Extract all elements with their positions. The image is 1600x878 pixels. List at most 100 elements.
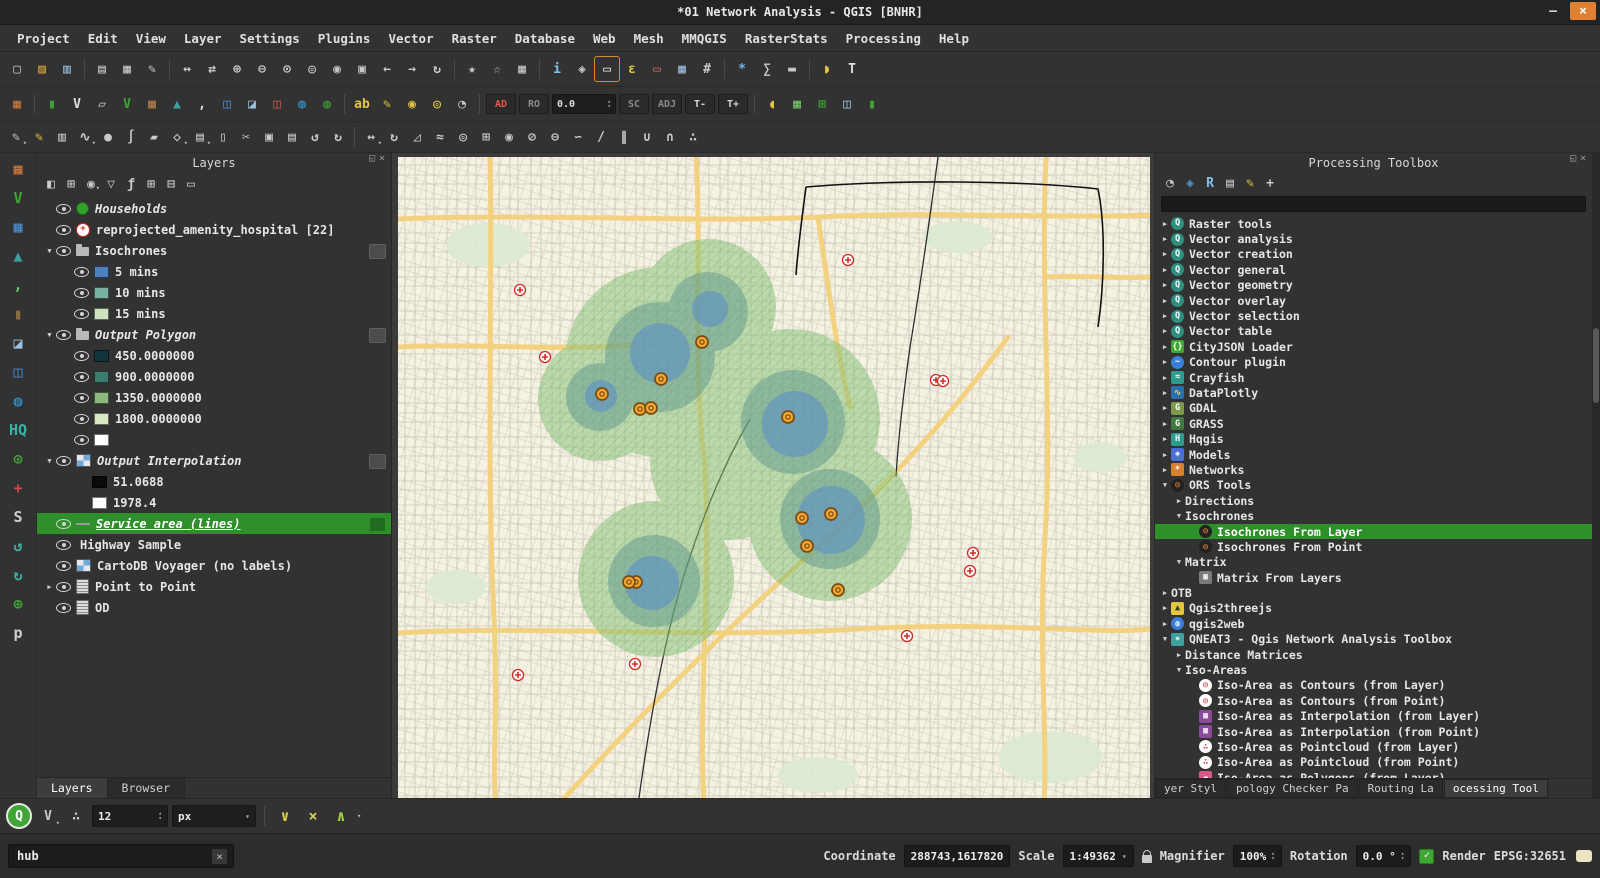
menu-layer[interactable]: Layer [175,31,231,46]
tool-zoom-out[interactable]: ⊖ [250,57,274,81]
toolbox-item-dataplotly[interactable]: ▶∿DataPlotly [1155,385,1592,400]
tool-add-polygon-feature[interactable]: ▰ [143,126,165,148]
hub-marker[interactable] [696,336,708,348]
tool-plugin-add-table[interactable]: ⊞ [810,92,834,116]
expand-arrow[interactable]: ▶ [1173,651,1185,659]
tool-expand-all[interactable]: ⊞ [142,175,160,193]
float-panel-icon[interactable]: ◱ [1570,153,1576,164]
tool-undo[interactable]: ↺ [304,126,326,148]
toolbox-item-iso-area-as-interpolation-from-point[interactable]: ▦Iso-Area as Interpolation (from Point) [1155,724,1592,739]
menu-settings[interactable]: Settings [231,31,309,46]
menu-project[interactable]: Project [8,31,79,46]
menu-raster[interactable]: Raster [443,31,506,46]
tool-map-tips[interactable]: ◗ [815,57,839,81]
tool-add-part[interactable]: ⊞ [475,126,497,148]
expand-arrow[interactable]: ▶ [1159,266,1171,274]
tool-select-features[interactable]: ▭ [595,57,619,81]
layer-row-interp-max[interactable]: 1978.4 [37,492,391,513]
tool-label-pin[interactable]: ◉ [400,92,424,116]
toolbox-item-iso-area-as-contours-from-layer[interactable]: ◎Iso-Area as Contours (from Layer) [1155,678,1592,693]
locator-search-box[interactable]: × [8,844,234,868]
tool-plugin-color-palette[interactable]: ▦ [785,92,809,116]
tool-add-mesh-layer[interactable]: ▲ [165,92,189,116]
toolbox-item-vector-general[interactable]: ▶QVector general [1155,262,1592,277]
tool-add-wms-layer[interactable]: ◍ [5,388,32,415]
rotation-spinbox[interactable]: 0.0 ° ▴ ▾ [1356,845,1412,867]
layer-row-class-empty[interactable] [37,429,391,450]
toolbox-item-hqgis[interactable]: ▶HHqgis [1155,431,1592,446]
toolbox-item-directions[interactable]: ▶Directions [1155,493,1592,508]
visibility-eye-icon[interactable] [56,225,71,235]
tool-move-features[interactable]: ↔▾ [360,126,382,148]
toolbox-item-iso-area-as-polygons-from-layer[interactable]: ▰Iso-Area as Polygons (from Layer) [1155,770,1592,778]
window-scrollbar[interactable] [1592,153,1600,798]
menu-edit[interactable]: Edit [79,31,127,46]
node-tool-close[interactable]: ∧ [329,804,353,828]
layer-row-iso-5-mins[interactable]: 5 mins [37,261,391,282]
tool-processing-toolbox[interactable]: * [730,57,754,81]
visibility-eye-icon[interactable] [56,330,71,340]
tool-new-geopackage-layer[interactable]: ▮ [40,92,64,116]
tool-digitizing-SC[interactable]: SC [619,94,649,114]
scale-combo[interactable]: 1:49362 ▾ [1063,845,1134,867]
menu-processing[interactable]: Processing [837,31,930,46]
panel-tab-layers[interactable]: Layers [37,778,108,798]
tool-plugin-profile-chart[interactable]: ▮ [860,92,884,116]
visibility-eye-icon[interactable] [56,204,71,214]
tool-merge-features[interactable]: ∪ [636,126,658,148]
tool-text-annotation[interactable]: T [840,57,864,81]
tool-rotate-features[interactable]: ↻ [383,126,405,148]
visibility-eye-icon[interactable] [56,582,71,592]
tool-add-spatialite-layer[interactable]: ◪ [240,92,264,116]
visibility-eye-icon[interactable] [74,288,89,298]
dock-tab-ocessing-tool[interactable]: ocessing Tool [1444,779,1548,798]
hub-marker[interactable] [655,373,667,385]
scrollbar-thumb[interactable] [1593,328,1599,403]
tool-delete-part[interactable]: ⊖ [544,126,566,148]
hospital-marker[interactable] [540,352,551,363]
tool-new-temporary-scratch-layer[interactable]: ▱ [90,92,114,116]
tool-new-print-layout[interactable]: ▤ [90,57,114,81]
visibility-eye-icon[interactable] [74,393,89,403]
tool-plugin-temporal-slider[interactable]: ◫ [835,92,859,116]
tool-modify-attributes[interactable]: ▤▾ [189,126,211,148]
hospital-marker[interactable] [965,566,976,577]
layer-edit-badge[interactable] [369,328,386,343]
toolbox-item-matrix[interactable]: ▼Matrix [1155,555,1592,570]
spin-down-icon[interactable]: ▾ [1271,856,1275,861]
toolbox-item-vector-creation[interactable]: ▶QVector creation [1155,247,1592,262]
tool-hqgis-plugin[interactable]: HQ [5,417,32,444]
hub-marker[interactable] [801,540,813,552]
spin-arrows[interactable]: ▴ ▾ [1271,851,1275,861]
tool-filter-legend[interactable]: ▽ [102,175,120,193]
hub-marker[interactable] [596,388,608,400]
tool-label-toolbar-abc[interactable]: ab [350,92,374,116]
toolbox-item-grass[interactable]: ▶GGRASS [1155,416,1592,431]
expand-arrow[interactable]: ▶ [1159,327,1171,335]
crs-status[interactable]: EPSG:32651 [1494,849,1566,863]
tool-georeferencer[interactable]: + [5,475,32,502]
tool-add-ring[interactable]: ◎ [452,126,474,148]
tool-add-delimited-text-layer[interactable]: , [5,272,32,299]
tool-vertex-style[interactable]: V ▾ [36,804,60,828]
hub-marker[interactable] [782,411,794,423]
tool-save-project[interactable]: ▥ [55,57,79,81]
hospital-marker[interactable] [843,255,854,266]
tool-toolbox-database[interactable]: ▤ [1221,174,1239,192]
tool-redo-plugin[interactable]: ↻ [5,562,32,589]
tool-add-oracle-layer[interactable]: ◫ [265,92,289,116]
layer-edit-badge[interactable] [369,454,386,469]
tool-zoom-to-selection[interactable]: ◉ [325,57,349,81]
toolbox-item-iso-area-as-pointcloud-from-point[interactable]: ∴Iso-Area as Pointcloud (from Point) [1155,755,1592,770]
toolbox-item-vector-analysis[interactable]: ▶QVector analysis [1155,231,1592,246]
visibility-eye-icon[interactable] [56,540,71,550]
tool-select-by-expression[interactable]: ε [620,57,644,81]
visibility-eye-icon[interactable] [56,519,71,529]
tool-paste-features[interactable]: ▤ [281,126,303,148]
tool-fill-ring[interactable]: ◉ [498,126,520,148]
spin-down-icon[interactable]: ▾ [158,816,162,821]
visibility-eye-icon[interactable] [74,351,89,361]
tool-zoom-to-layer[interactable]: ▣ [350,57,374,81]
node-tool-open[interactable]: ∨ [273,804,297,828]
layer-row-interp-min[interactable]: 51.0688 [37,471,391,492]
